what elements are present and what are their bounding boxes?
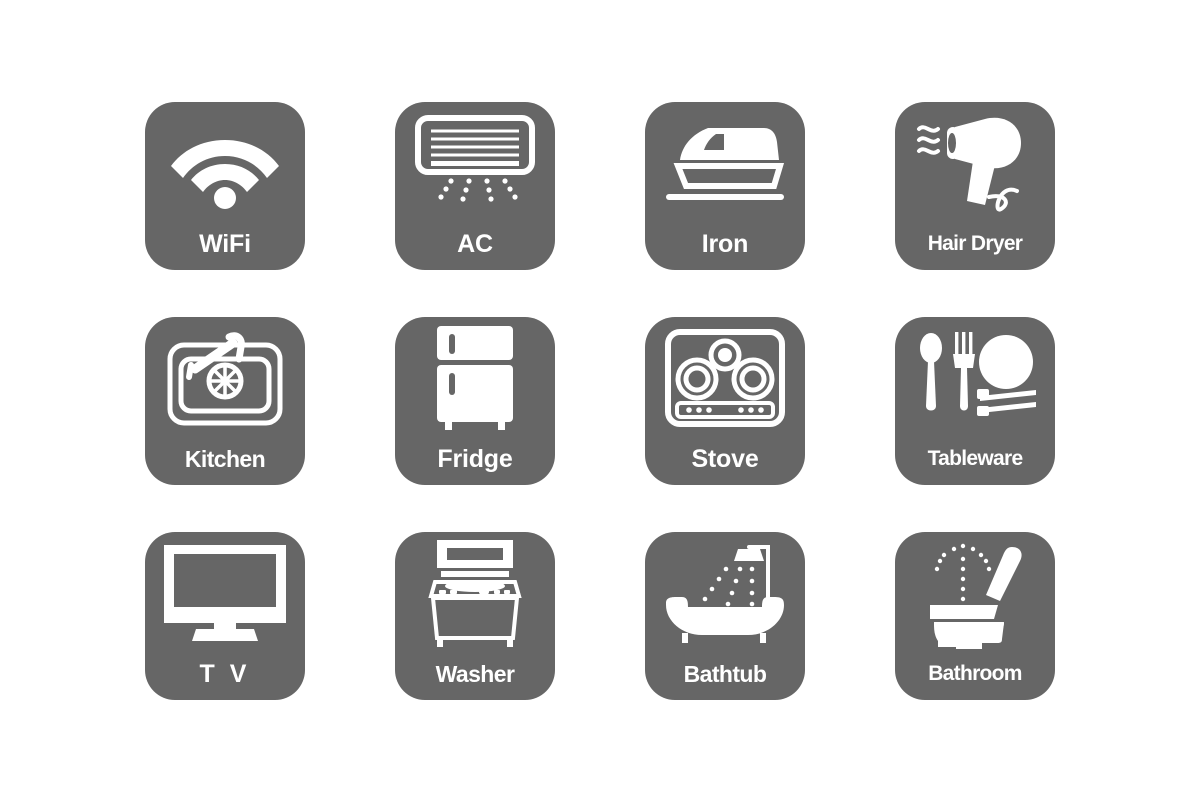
wifi-icon (145, 102, 305, 224)
tile-fridge[interactable]: Fridge (395, 316, 555, 485)
tile-tableware[interactable]: Tableware (895, 316, 1055, 485)
washer-icon (395, 532, 555, 654)
tile-bathroom[interactable]: Bathroom (895, 531, 1055, 700)
tile-label: AC (457, 229, 493, 258)
tile-label: Tableware (927, 446, 1024, 470)
iron-icon (645, 102, 805, 224)
hair-dryer-icon (895, 102, 1055, 224)
tile-label: Washer (435, 660, 515, 687)
tile-stove[interactable]: Stove (645, 316, 805, 485)
tv-icon (145, 532, 305, 654)
tile-label: Fridge (437, 444, 513, 473)
tile-label: WiFi (199, 229, 251, 258)
tile-label: Iron (701, 229, 749, 258)
amenity-icon-grid: WiFi AC Iron Hair Dryer Kitchen Fridge S… (0, 0, 1200, 801)
tile-wifi[interactable]: WiFi (145, 101, 305, 270)
kitchen-sink-icon (145, 317, 305, 439)
tile-label: Hair Dryer (927, 231, 1023, 255)
bathroom-toilet-icon (895, 532, 1055, 654)
tableware-icon (895, 317, 1055, 439)
tile-iron[interactable]: Iron (645, 101, 805, 270)
tile-label: Stove (691, 444, 759, 473)
tile-tv[interactable]: T V (145, 531, 305, 700)
tile-bathtub[interactable]: Bathtub (645, 531, 805, 700)
tile-label: Kitchen (184, 445, 266, 472)
tile-hair-dryer[interactable]: Hair Dryer (895, 101, 1055, 270)
stove-icon (645, 317, 805, 439)
fridge-icon (395, 317, 555, 439)
bathtub-icon (645, 532, 805, 654)
tile-label: Bathtub (683, 660, 767, 687)
tile-kitchen[interactable]: Kitchen (145, 316, 305, 485)
tile-label: T V (199, 659, 251, 688)
tile-ac[interactable]: AC (395, 101, 555, 270)
tile-washer[interactable]: Washer (395, 531, 555, 700)
tile-label: Bathroom (928, 661, 1022, 685)
ac-icon (395, 102, 555, 224)
